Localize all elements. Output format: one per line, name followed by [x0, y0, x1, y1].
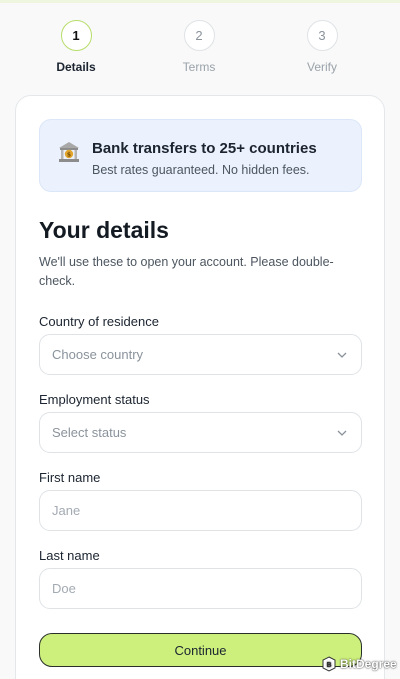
promo-banner: $ Bank transfers to 25+ countries Best r…: [39, 119, 362, 192]
chevron-down-icon: [337, 430, 347, 436]
country-select-value: Choose country: [52, 347, 144, 362]
first-name-field: [39, 490, 362, 531]
step-number: 1: [60, 20, 92, 51]
first-name-label: First name: [39, 470, 101, 485]
step-terms[interactable]: 2 Terms: [159, 20, 239, 74]
step-label: Verify: [306, 60, 337, 74]
employment-select[interactable]: Select status: [39, 412, 362, 453]
promo-title: Bank transfers to 25+ countries: [92, 140, 317, 157]
watermark: B BitDegree: [322, 654, 397, 674]
svg-text:$: $: [67, 151, 71, 158]
step-details[interactable]: 1 Details: [36, 20, 116, 74]
top-accent-bar: [0, 0, 400, 3]
employment-label: Employment status: [39, 392, 150, 407]
continue-button[interactable]: Continue: [39, 633, 362, 667]
country-label: Country of residence: [39, 314, 159, 329]
employment-select-value: Select status: [52, 425, 127, 440]
step-number: 3: [306, 20, 338, 51]
country-select[interactable]: Choose country: [39, 334, 362, 375]
chevron-down-icon: [337, 352, 347, 358]
progress-stepper: 1 Details 2 Terms 3 Verify: [0, 20, 400, 80]
page-title: Your details: [39, 217, 169, 243]
first-name-input[interactable]: [40, 491, 361, 530]
step-number: 2: [183, 20, 215, 51]
last-name-label: Last name: [39, 548, 100, 563]
svg-text:B: B: [326, 661, 331, 669]
promo-subtitle: Best rates guaranteed. No hidden fees.: [92, 163, 310, 177]
bank-icon: $: [59, 142, 79, 162]
watermark-text: BitDegree: [340, 657, 397, 671]
step-label: Details: [56, 60, 96, 74]
step-verify[interactable]: 3 Verify: [282, 20, 362, 74]
step-label: Terms: [182, 60, 216, 74]
last-name-input[interactable]: [40, 569, 361, 608]
intro-text: We'll use these to open your account. Pl…: [39, 255, 334, 288]
details-card: $ Bank transfers to 25+ countries Best r…: [15, 95, 385, 679]
last-name-field: [39, 568, 362, 609]
bitdegree-logo-icon: B: [322, 656, 336, 672]
